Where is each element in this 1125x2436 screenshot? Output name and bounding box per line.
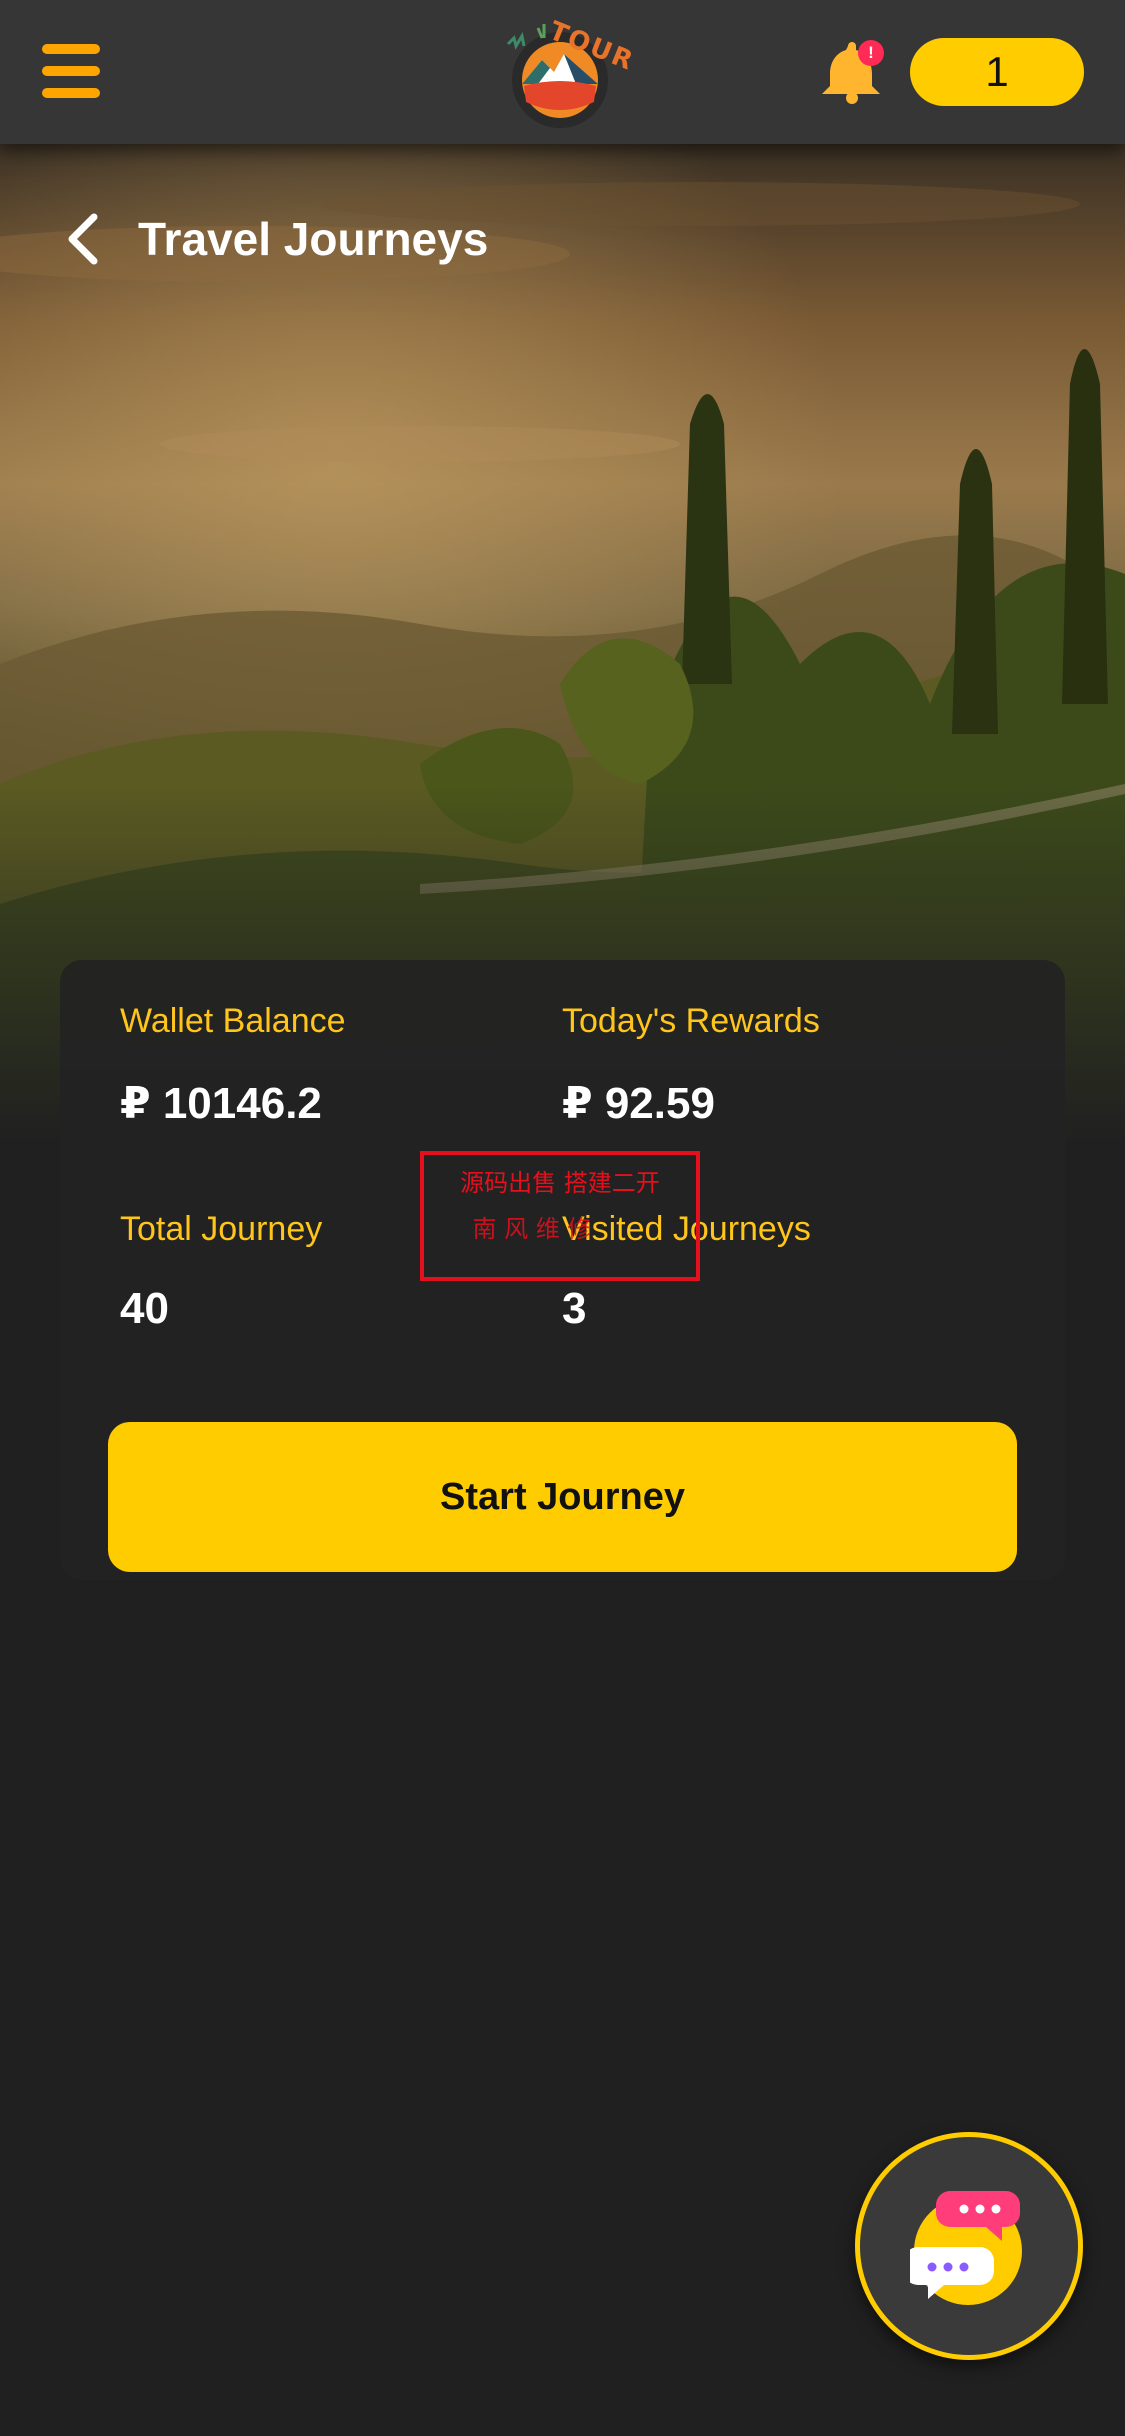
menu-bar [42, 88, 100, 98]
bell-icon[interactable]: ! [818, 40, 884, 106]
menu-bar [42, 66, 100, 76]
notification-badge: ! [858, 40, 884, 66]
mountain-sun-logo: TOUR [498, 10, 639, 134]
wallet-balance-label: Wallet Balance [120, 1002, 346, 1040]
start-journey-button[interactable]: Start Journey [108, 1422, 1017, 1572]
total-journey-label: Total Journey [120, 1210, 323, 1248]
page-title: Travel Journeys [138, 213, 489, 265]
menu-bar [42, 44, 100, 54]
wallet-balance-value: ₽ 10146.2 [120, 1079, 322, 1128]
visited-journeys-label: Visited Journeys [562, 1210, 811, 1248]
top-bar: TOUR ! 1 [0, 0, 1125, 144]
chevron-left-icon[interactable] [62, 213, 106, 265]
visited-journeys-value: 3 [562, 1284, 587, 1333]
total-journey-value: 40 [120, 1284, 169, 1333]
todays-rewards-label: Today's Rewards [562, 1002, 820, 1040]
chat-bubbles-icon[interactable] [855, 2132, 1083, 2360]
chat-bubbles-graphic [910, 2191, 1022, 2305]
hamburger-menu-icon[interactable] [42, 44, 100, 98]
todays-rewards-value: ₽ 92.59 [562, 1079, 715, 1128]
chevron-left-graphic [68, 213, 98, 265]
count-pill[interactable]: 1 [910, 38, 1084, 106]
